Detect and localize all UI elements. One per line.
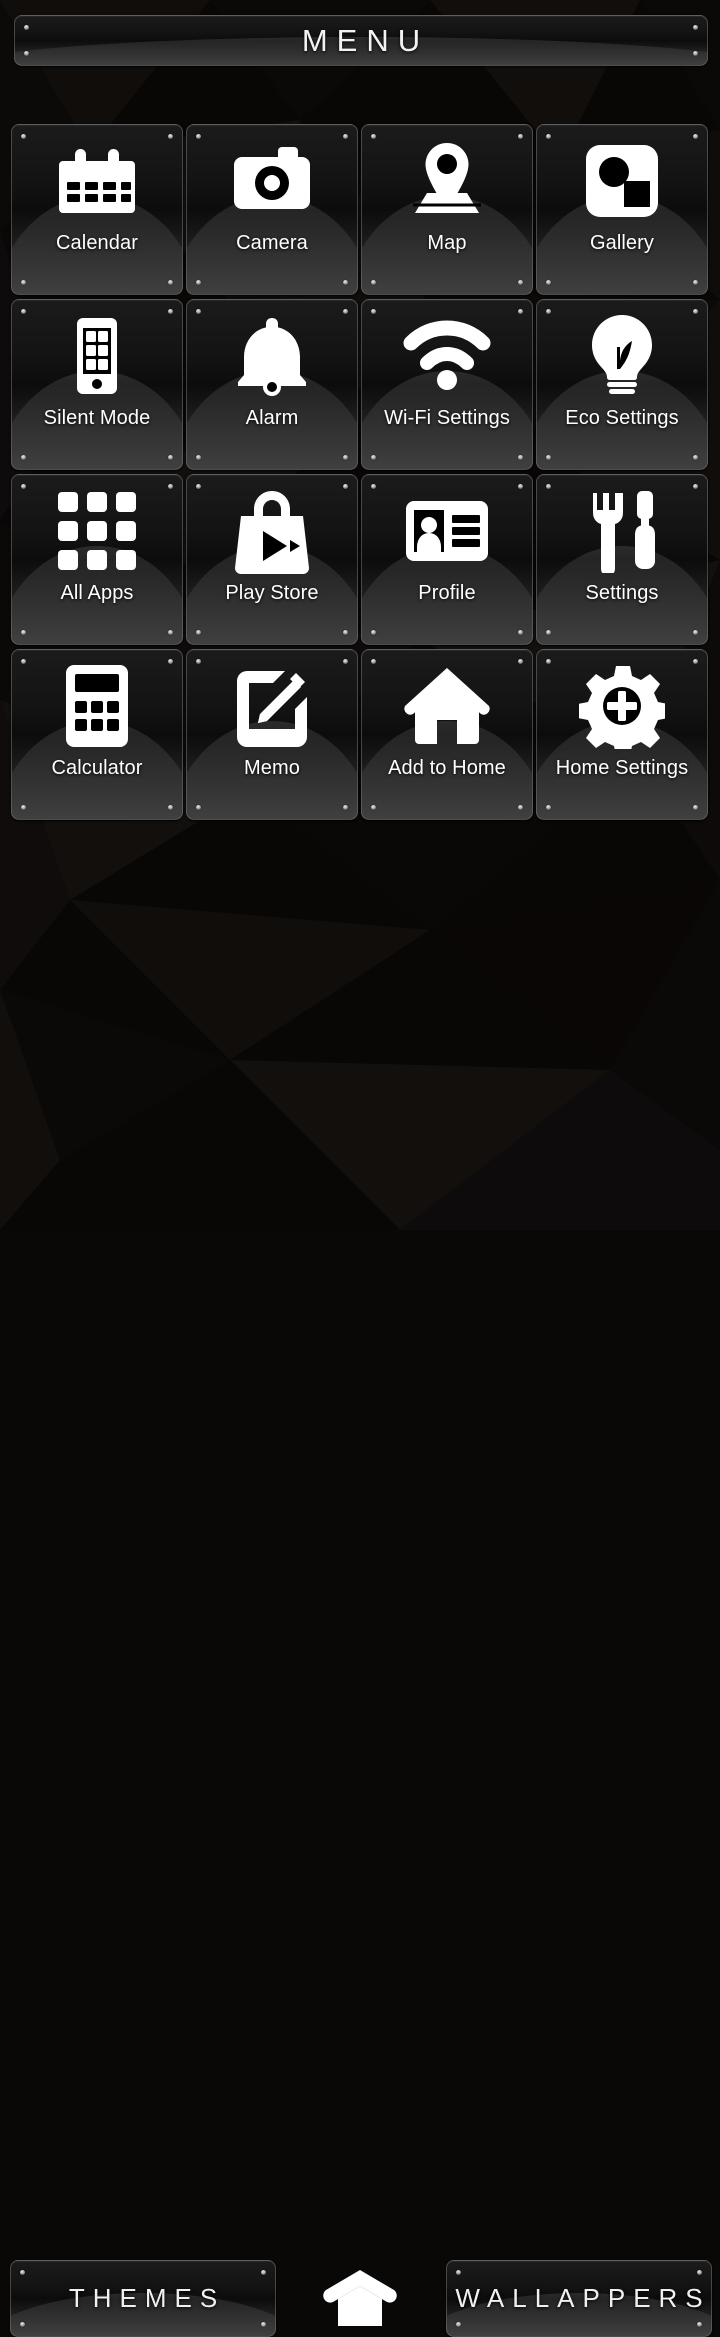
app-tile-eco-settings[interactable]: Eco Settings	[536, 299, 708, 470]
app-tile-map[interactable]: Map	[361, 124, 533, 295]
calendar-icon	[12, 125, 182, 229]
rivet-icon	[371, 280, 376, 285]
memo-pencil-icon	[187, 650, 357, 754]
app-tile-home-settings[interactable]: Home Settings	[536, 649, 708, 820]
bell-icon	[187, 300, 357, 404]
app-tile-memo[interactable]: Memo	[186, 649, 358, 820]
app-label: Add to Home	[388, 757, 506, 780]
gear-plus-icon	[537, 650, 707, 754]
rivet-icon	[196, 630, 201, 635]
app-label: Calendar	[56, 232, 138, 255]
app-label: Home Settings	[556, 757, 688, 780]
rivet-icon	[168, 630, 173, 635]
app-tile-add-to-home[interactable]: Add to Home	[361, 649, 533, 820]
rivet-icon	[518, 455, 523, 460]
app-label: Profile	[418, 582, 475, 605]
calculator-icon	[12, 650, 182, 754]
play-store-bag-icon	[187, 475, 357, 579]
app-label: Wi-Fi Settings	[384, 407, 510, 430]
app-label: Gallery	[590, 232, 654, 255]
rivet-icon	[371, 455, 376, 460]
id-card-icon	[362, 475, 532, 579]
bottom-dock: THEMES WALLAPPERS	[0, 1124, 720, 1230]
app-tile-gallery[interactable]: Gallery	[536, 124, 708, 295]
camera-icon	[187, 125, 357, 229]
app-grid: Calendar Camera	[11, 124, 709, 820]
rivet-icon	[343, 455, 348, 460]
themes-button[interactable]: THEMES	[10, 2260, 276, 2337]
wifi-icon	[362, 300, 532, 404]
map-pin-icon	[362, 125, 532, 229]
rivet-icon	[343, 630, 348, 635]
rivet-icon	[371, 805, 376, 810]
app-tile-alarm[interactable]: Alarm	[186, 299, 358, 470]
rivet-icon	[518, 805, 523, 810]
rivet-icon	[343, 280, 348, 285]
apps-grid-icon	[12, 475, 182, 579]
launcher-screen: MENU	[0, 0, 720, 1230]
rivet-icon	[196, 455, 201, 460]
home-button[interactable]	[320, 2267, 400, 2329]
app-label: Eco Settings	[565, 407, 679, 430]
rivet-icon	[546, 280, 551, 285]
rivet-icon	[21, 630, 26, 635]
app-label: Camera	[236, 232, 308, 255]
app-tile-wifi-settings[interactable]: Wi-Fi Settings	[361, 299, 533, 470]
wallpapers-button-label: WALLAPPERS	[447, 2261, 711, 2336]
rivet-icon	[168, 280, 173, 285]
rivet-icon	[168, 455, 173, 460]
app-tile-calculator[interactable]: Calculator	[11, 649, 183, 820]
house-icon	[362, 650, 532, 754]
app-tile-settings[interactable]: Settings	[536, 474, 708, 645]
rivet-icon	[371, 630, 376, 635]
lightbulb-leaf-icon	[537, 300, 707, 404]
rivet-icon	[546, 630, 551, 635]
rivet-icon	[518, 280, 523, 285]
rivet-icon	[693, 455, 698, 460]
rivet-icon	[693, 280, 698, 285]
wallpapers-button[interactable]: WALLAPPERS	[446, 2260, 712, 2337]
app-label: Calculator	[51, 757, 142, 780]
home-icon	[322, 2268, 398, 2329]
rivet-icon	[21, 280, 26, 285]
rivet-icon	[546, 455, 551, 460]
app-label: Memo	[244, 757, 300, 780]
rivet-icon	[168, 805, 173, 810]
app-tile-play-store[interactable]: Play Store	[186, 474, 358, 645]
rivet-icon	[693, 630, 698, 635]
phone-icon	[12, 300, 182, 404]
gallery-icon	[537, 125, 707, 229]
rivet-icon	[693, 805, 698, 810]
app-tile-calendar[interactable]: Calendar	[11, 124, 183, 295]
rivet-icon	[518, 630, 523, 635]
app-label: Settings	[585, 582, 658, 605]
app-label: All Apps	[60, 582, 133, 605]
rivet-icon	[196, 805, 201, 810]
app-label: Play Store	[225, 582, 318, 605]
app-label: Map	[427, 232, 466, 255]
rivet-icon	[343, 805, 348, 810]
page-title: MENU	[15, 16, 707, 65]
app-tile-profile[interactable]: Profile	[361, 474, 533, 645]
themes-button-label: THEMES	[11, 2261, 275, 2336]
app-tile-silent-mode[interactable]: Silent Mode	[11, 299, 183, 470]
rivet-icon	[196, 280, 201, 285]
app-tile-all-apps[interactable]: All Apps	[11, 474, 183, 645]
rivet-icon	[21, 455, 26, 460]
rivet-icon	[546, 805, 551, 810]
rivet-icon	[21, 805, 26, 810]
page-title-plate: MENU	[14, 15, 708, 66]
wrench-screwdriver-icon	[537, 475, 707, 579]
app-tile-camera[interactable]: Camera	[186, 124, 358, 295]
app-label: Alarm	[246, 407, 299, 430]
app-label: Silent Mode	[44, 407, 151, 430]
